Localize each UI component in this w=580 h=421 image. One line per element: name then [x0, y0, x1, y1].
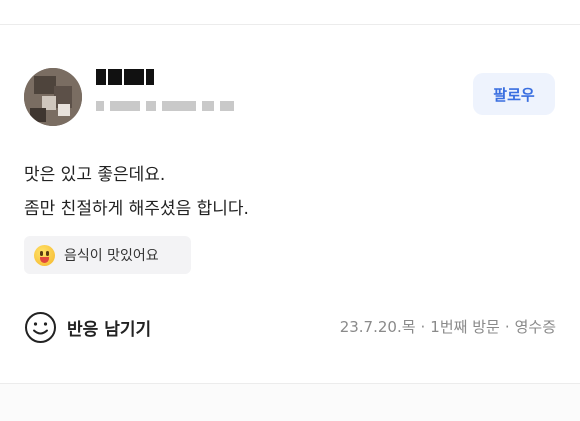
- follow-button[interactable]: 팔로우: [473, 73, 555, 115]
- smile-icon: [25, 311, 56, 343]
- visit-info: 23.7.20.목 · 1번째 방문 · 영수증: [340, 316, 556, 337]
- avatar[interactable]: [24, 68, 82, 126]
- review-tag: 음식이 맛있어요: [24, 236, 191, 274]
- review-line-2: 좀만 친절하게 해주셨음 합니다.: [24, 199, 249, 219]
- visit-proof: 영수증: [514, 318, 556, 336]
- username-blurred[interactable]: [96, 68, 168, 86]
- yum-emoji-icon: [34, 244, 55, 266]
- review-line-1: 맛은 있고 좋은데요.: [24, 165, 166, 185]
- leave-reaction-label: 반응 남기기: [67, 319, 152, 340]
- user-stats-blurred: [96, 100, 262, 112]
- review-tag-label: 음식이 맛있어요: [64, 248, 159, 264]
- separator-dot: ·: [504, 318, 510, 336]
- visit-count: 1번째 방문: [430, 318, 500, 336]
- review-text: 맛은 있고 좋은데요. 좀만 친절하게 해주셨음 합니다.: [24, 158, 544, 226]
- leave-reaction-button[interactable]: 반응 남기기: [24, 310, 151, 344]
- separator-dot: ·: [420, 318, 426, 336]
- next-review-area: [0, 384, 580, 421]
- visit-date: 23.7.20.목: [339, 318, 416, 336]
- top-divider: [0, 24, 580, 25]
